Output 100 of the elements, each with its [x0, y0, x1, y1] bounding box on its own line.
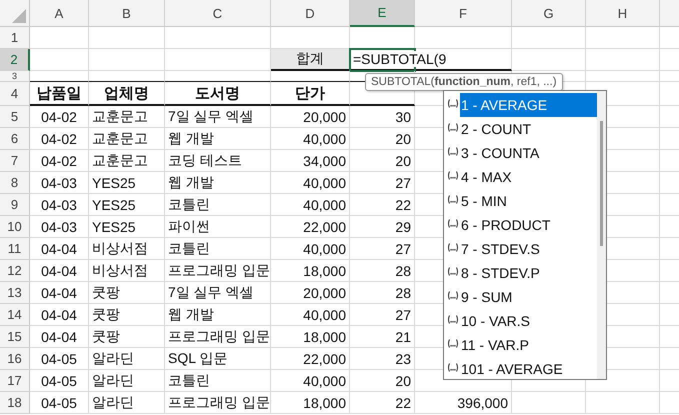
row-header[interactable]: 10 [0, 216, 30, 238]
function-icon [447, 98, 459, 108]
table-cell: 비상서점 [89, 238, 165, 260]
function-icon [447, 242, 459, 252]
table-cell: 04-04 [30, 282, 89, 304]
autocomplete-item[interactable]: 2 - COUNT [460, 117, 597, 141]
table-cell: 프로그래밍 입문 [165, 392, 271, 414]
function-icon [447, 194, 459, 204]
table-cell: 교훈문고 [89, 150, 165, 172]
table-cell: 코틀린 [165, 238, 271, 260]
function-tooltip: SUBTOTAL(function_num, ref1, ...) [365, 73, 563, 91]
table-cell: 쿳팡 [89, 282, 165, 304]
autocomplete-item[interactable]: 9 - SUM [460, 285, 597, 309]
table-cell: 비상서점 [89, 260, 165, 282]
table-cell: 웹 개발 [165, 172, 271, 194]
table-cell: 쿳팡 [89, 326, 165, 348]
table-cell: 교훈문고 [89, 128, 165, 150]
table-cell: 알라딘 [89, 348, 165, 370]
function-icon [447, 290, 459, 300]
autocomplete-item[interactable]: 10 - VAR.S [460, 309, 597, 333]
table-cell: 22 [350, 194, 415, 216]
table-cell: 21 [350, 326, 415, 348]
row-header[interactable]: 9 [0, 194, 30, 216]
column-header[interactable]: G [512, 0, 586, 27]
table-cell: YES25 [89, 216, 165, 238]
column-header[interactable]: B [89, 0, 165, 27]
row-header[interactable]: 3 [0, 71, 30, 82]
table-cell: 프로그래밍 입문 [165, 326, 271, 348]
table-cell: SQL 입문 [165, 348, 271, 370]
table-cell: 04-05 [30, 370, 89, 392]
table-cell: 40,000 [271, 172, 350, 194]
select-all-button[interactable] [0, 0, 30, 27]
row-header[interactable]: 11 [0, 238, 30, 260]
table-cell: 코틀린 [165, 194, 271, 216]
autocomplete-item[interactable]: 3 - COUNTA [460, 141, 597, 165]
table-cell: YES25 [89, 194, 165, 216]
row-header[interactable]: 12 [0, 260, 30, 282]
autocomplete-item[interactable]: 6 - PRODUCT [460, 213, 597, 237]
column-header[interactable] [660, 0, 679, 27]
table-cell: 30 [350, 106, 415, 128]
row-header[interactable]: 7 [0, 150, 30, 172]
table-cell: 20 [350, 150, 415, 172]
function-icon [447, 338, 459, 348]
table-cell: 7일 실무 엑셀 [165, 282, 271, 304]
table-cell: 20,000 [271, 106, 350, 128]
table-cell: 20 [350, 370, 415, 392]
autocomplete-item[interactable]: 5 - MIN [460, 189, 597, 213]
scrollbar[interactable] [597, 91, 606, 379]
table-cell: 20 [350, 128, 415, 150]
table-cell: 코틀린 [165, 370, 271, 392]
table-cell: 04-05 [30, 392, 89, 414]
table-cell: 23 [350, 348, 415, 370]
column-header[interactable]: A [30, 0, 89, 27]
row-header[interactable]: 15 [0, 326, 30, 348]
table-cell: 04-04 [30, 260, 89, 282]
function-icon [447, 314, 459, 324]
autocomplete-item[interactable]: 11 - VAR.P [460, 333, 597, 357]
table-cell: 04-02 [30, 150, 89, 172]
table-cell: 22,000 [271, 348, 350, 370]
row-header[interactable]: 4 [0, 82, 30, 106]
column-header[interactable]: C [165, 0, 271, 27]
table-cell: 18,000 [271, 326, 350, 348]
table-cell: 웹 개발 [165, 304, 271, 326]
table-cell: 알라딘 [89, 392, 165, 414]
table-cell: 웹 개발 [165, 128, 271, 150]
row-header[interactable]: 2 [0, 49, 30, 71]
autocomplete-item[interactable]: 7 - STDEV.S [460, 237, 597, 261]
table-cell: 40,000 [271, 304, 350, 326]
row-header[interactable]: 17 [0, 370, 30, 392]
row-header[interactable]: 6 [0, 128, 30, 150]
function-icon [447, 122, 459, 132]
table-cell: 34,000 [271, 150, 350, 172]
table-cell: 40,000 [271, 238, 350, 260]
row-header[interactable]: 1 [0, 27, 30, 49]
column-header[interactable]: H [586, 0, 660, 27]
formula-text[interactable]: =SUBTOTAL(9 [353, 51, 446, 67]
table-cell: 04-03 [30, 194, 89, 216]
row-header[interactable]: 18 [0, 392, 30, 414]
table-cell: 18,000 [271, 260, 350, 282]
column-header[interactable]: F [415, 0, 512, 27]
table-cell: 04-02 [30, 106, 89, 128]
row-header[interactable]: 13 [0, 282, 30, 304]
table-cell: 04-02 [30, 128, 89, 150]
autocomplete-item[interactable]: 101 - AVERAGE [460, 357, 597, 381]
table-cell: 20,000 [271, 282, 350, 304]
autocomplete-item[interactable]: 4 - MAX [460, 165, 597, 189]
autocomplete-item[interactable]: 1 - AVERAGE [460, 93, 597, 117]
row-header[interactable]: 16 [0, 348, 30, 370]
function-icon [447, 146, 459, 156]
table-cell: 파이썬 [165, 216, 271, 238]
column-title: 납품일 [30, 82, 89, 106]
row-header[interactable]: 14 [0, 304, 30, 326]
row-header[interactable]: 8 [0, 172, 30, 194]
autocomplete-item[interactable]: 8 - STDEV.P [460, 261, 597, 285]
table-cell: 합계 [271, 49, 350, 71]
row-header[interactable]: 5 [0, 106, 30, 128]
table-cell: 04-04 [30, 326, 89, 348]
column-header[interactable]: E [350, 0, 415, 27]
column-header[interactable]: D [271, 0, 350, 27]
table-cell: 40,000 [271, 194, 350, 216]
